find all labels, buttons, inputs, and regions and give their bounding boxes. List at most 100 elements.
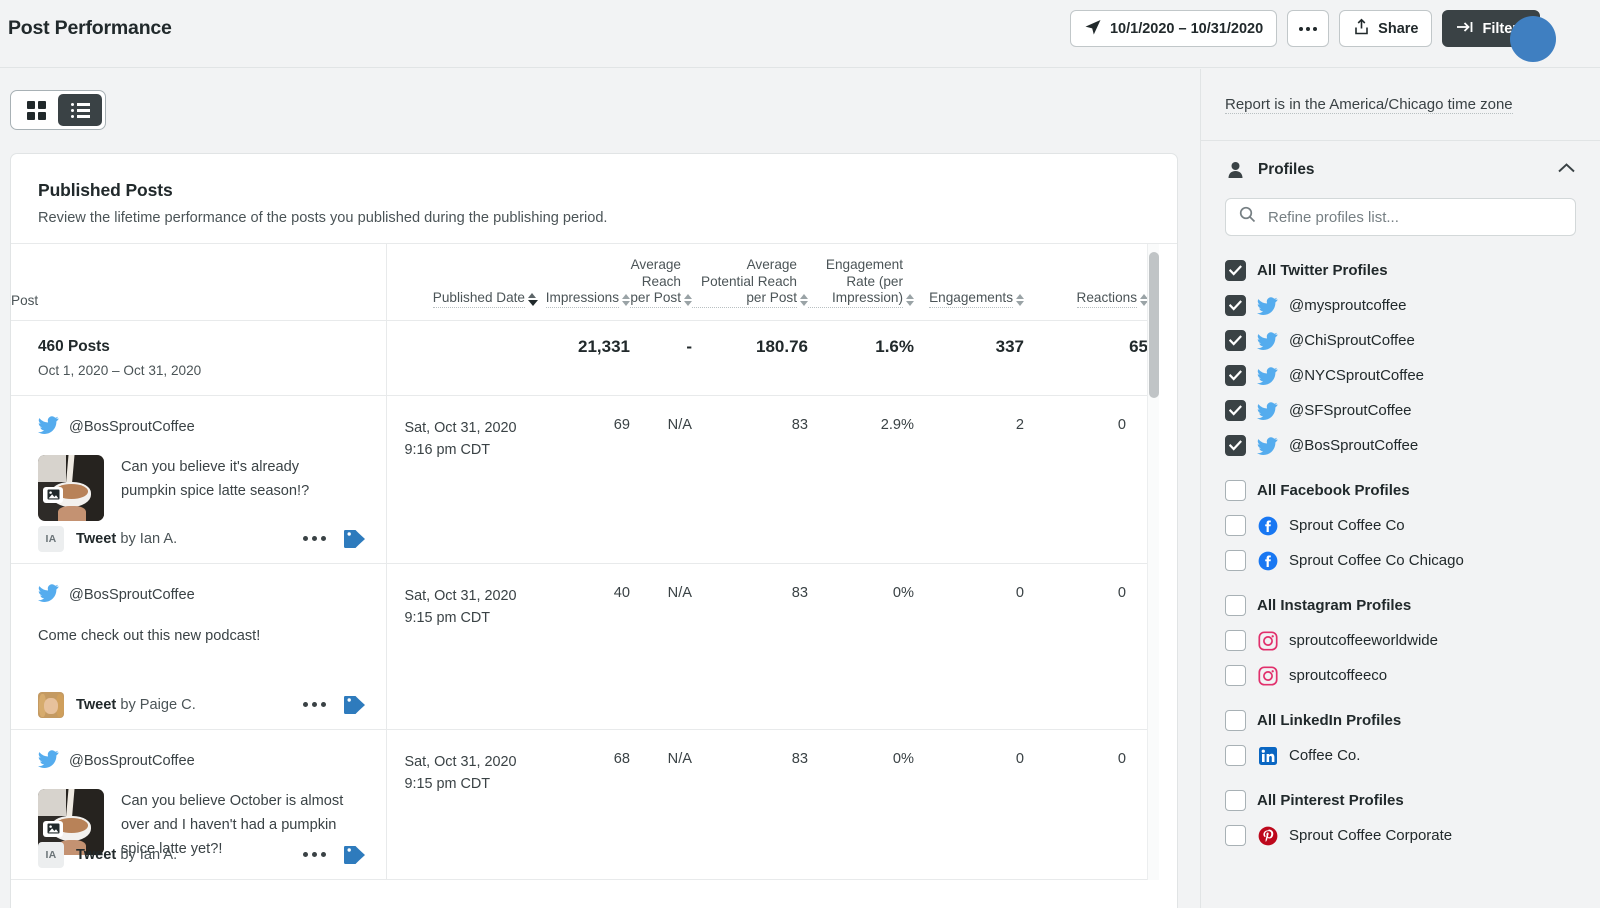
profile-group-label: All LinkedIn Profiles — [1257, 712, 1401, 729]
sort-icon-published-date[interactable] — [528, 293, 538, 308]
checkbox[interactable] — [1225, 825, 1246, 846]
checkbox[interactable] — [1225, 260, 1246, 281]
date-range-button[interactable]: 10/1/2020 – 10/31/2020 — [1070, 10, 1277, 47]
post-type-label: Tweet — [76, 847, 116, 863]
profile-item[interactable]: sproutcoffeeco — [1225, 658, 1576, 693]
col-header-reactions[interactable]: Reactions — [1024, 244, 1148, 320]
published-time-value: 9:15 pm CDT — [405, 773, 539, 795]
checkbox[interactable] — [1225, 515, 1246, 536]
profiles-section-header[interactable]: Profiles — [1201, 141, 1600, 192]
cell-published-date: Sat, Oct 31, 20209:15 pm CDT — [386, 563, 538, 729]
sort-icon-impressions[interactable] — [622, 294, 630, 308]
share-button[interactable]: Share — [1339, 10, 1432, 47]
profile-group-label: All Twitter Profiles — [1257, 262, 1388, 279]
checkbox[interactable] — [1225, 790, 1246, 811]
profile-item[interactable]: Sprout Coffee Co Chicago — [1225, 543, 1576, 578]
checkbox[interactable] — [1225, 400, 1246, 421]
profile-item[interactable]: @BosSproutCoffee — [1225, 428, 1576, 463]
profile-group-instagram[interactable]: All Instagram Profiles — [1225, 588, 1576, 623]
post-cell: @BosSproutCoffeeCan you believe October … — [11, 729, 386, 879]
col-header-published-date[interactable]: Published Date — [386, 244, 538, 320]
post-more-actions-button[interactable] — [303, 536, 326, 541]
sort-icon-average-potential-reach-per-post[interactable] — [800, 294, 808, 308]
col-header-average-reach-per-post[interactable]: Average Reach per Post — [630, 244, 692, 320]
col-label-published-date: Published Date — [433, 290, 525, 308]
profile-group-linkedin[interactable]: All LinkedIn Profiles — [1225, 703, 1576, 738]
sort-icon-average-reach-per-post[interactable] — [684, 294, 692, 308]
profile-group-pinterest[interactable]: All Pinterest Profiles — [1225, 783, 1576, 818]
col-header-impressions[interactable]: Impressions — [538, 244, 630, 320]
profile-item-label: @NYCSproutCoffee — [1289, 367, 1424, 384]
profile-item[interactable]: sproutcoffeeworldwide — [1225, 623, 1576, 658]
profiles-search[interactable] — [1225, 198, 1576, 236]
post-author-name: by Paige C. — [116, 697, 196, 713]
user-avatar[interactable] — [1510, 16, 1556, 62]
twitter-icon — [1257, 435, 1278, 456]
col-header-average-potential-reach-per-post[interactable]: Average Potential Reach per Post — [692, 244, 808, 320]
checkbox[interactable] — [1225, 665, 1246, 686]
post-footer: IATweet by Ian A. — [38, 526, 366, 552]
main-content: Published Posts Review the lifetime perf… — [0, 69, 1199, 908]
checkbox[interactable] — [1225, 435, 1246, 456]
sort-icon-engagement-rate[interactable] — [906, 294, 914, 308]
checkbox[interactable] — [1225, 630, 1246, 651]
performance-table: Post Published Date Impressions — [11, 244, 1148, 880]
checkbox[interactable] — [1225, 710, 1246, 731]
profile-item[interactable]: @SFSproutCoffee — [1225, 393, 1576, 428]
list-view-button[interactable] — [58, 94, 102, 126]
post-text: Can you believe it's already pumpkin spi… — [121, 455, 351, 521]
post-footer: Tweet by Paige C. — [38, 692, 366, 718]
checkbox[interactable] — [1225, 550, 1246, 571]
col-label-average-reach-per-post: Average Reach per Post — [630, 257, 681, 308]
chevron-up-icon[interactable] — [1557, 161, 1576, 179]
tag-icon[interactable] — [344, 845, 366, 865]
col-header-engagements[interactable]: Engagements — [914, 244, 1024, 320]
post-profile: @BosSproutCoffee — [38, 414, 366, 440]
sort-icon-engagements[interactable] — [1016, 294, 1024, 308]
profile-group-twitter[interactable]: All Twitter Profiles — [1225, 253, 1576, 288]
tag-icon[interactable] — [344, 529, 366, 549]
profile-item[interactable]: Coffee Co. — [1225, 738, 1576, 773]
profile-item[interactable]: Sprout Coffee Co — [1225, 508, 1576, 543]
table-vertical-scrollbar[interactable] — [1147, 244, 1159, 880]
profile-group-facebook[interactable]: All Facebook Profiles — [1225, 473, 1576, 508]
table-row[interactable]: @BosSproutCoffee Can you believe it's alr… — [11, 395, 1148, 563]
post-more-actions-button[interactable] — [303, 702, 326, 707]
post-handle: @BosSproutCoffee — [69, 587, 195, 603]
checkbox[interactable] — [1225, 330, 1246, 351]
post-thumbnail[interactable] — [38, 455, 104, 521]
col-label-post: Post — [11, 293, 38, 308]
table-row[interactable]: @BosSproutCoffeeCome check out this new … — [11, 563, 1148, 729]
checkbox[interactable] — [1225, 745, 1246, 766]
table-scrollbar-thumb[interactable] — [1149, 252, 1159, 398]
table-row[interactable]: @BosSproutCoffeeCan you believe October … — [11, 729, 1148, 879]
checkbox[interactable] — [1225, 295, 1246, 316]
profile-item[interactable]: @mysproutcoffee — [1225, 288, 1576, 323]
checkbox[interactable] — [1225, 365, 1246, 386]
profile-group-label: All Facebook Profiles — [1257, 482, 1410, 499]
col-header-engagement-rate[interactable]: Engagement Rate (per Impression) — [808, 244, 914, 320]
more-options-button[interactable] — [1287, 10, 1329, 47]
grid-view-button[interactable] — [14, 94, 58, 126]
search-icon — [1239, 206, 1256, 228]
card-subtitle: Review the lifetime performance of the p… — [38, 210, 1150, 226]
post-author-name: by Ian A. — [116, 531, 177, 547]
checkbox[interactable] — [1225, 595, 1246, 616]
tag-icon[interactable] — [344, 695, 366, 715]
table-header-row: Post Published Date Impressions — [11, 244, 1148, 320]
checkbox[interactable] — [1225, 480, 1246, 501]
refine-profiles-input[interactable] — [1268, 209, 1562, 226]
profile-item[interactable]: @NYCSproutCoffee — [1225, 358, 1576, 393]
summary-post-cell: 460 PostsOct 1, 2020 – Oct 31, 2020 — [11, 320, 386, 395]
profile-item[interactable]: @ChiSproutCoffee — [1225, 323, 1576, 358]
header-actions: 10/1/2020 – 10/31/2020 Share — [1070, 10, 1540, 47]
table-summary-row: 460 PostsOct 1, 2020 – Oct 31, 202021,33… — [11, 320, 1148, 395]
profile-item[interactable]: Sprout Coffee Corporate — [1225, 818, 1576, 853]
post-type-label: Tweet — [76, 697, 116, 713]
post-author-label: Tweet by Paige C. — [76, 697, 196, 713]
profile-item-label: @ChiSproutCoffee — [1289, 332, 1415, 349]
post-more-actions-button[interactable] — [303, 852, 326, 857]
summary-average-potential-reach-per-post: 180.76 — [692, 320, 808, 395]
published-date-value: Sat, Oct 31, 2020 — [405, 417, 539, 439]
share-label: Share — [1378, 21, 1418, 37]
